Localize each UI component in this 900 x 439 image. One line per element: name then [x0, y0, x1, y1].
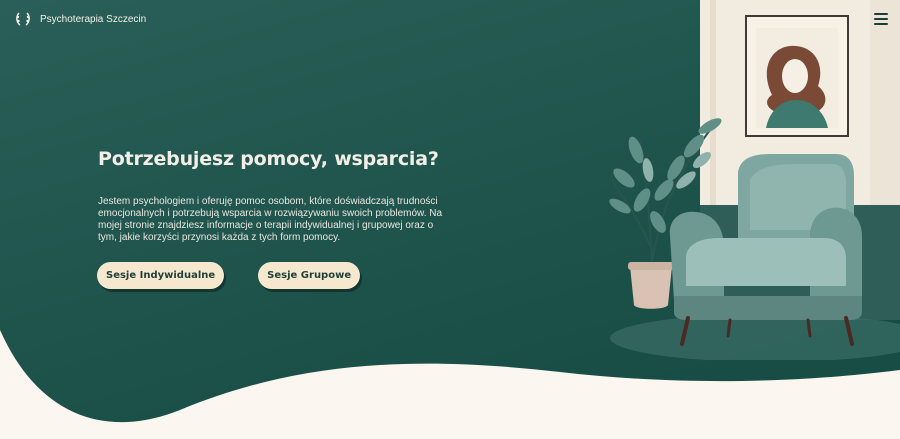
individual-sessions-button[interactable]: Sesje Indywidualne — [97, 262, 225, 289]
hamburger-menu-icon[interactable] — [874, 12, 888, 26]
hero-buttons: Sesje Indywidualne Sesje Grupowe — [97, 262, 361, 289]
hero-section: Psychoterapia Szczecin Potrzebujesz pomo… — [0, 0, 900, 439]
menu-line — [874, 18, 888, 20]
laurel-wreath-icon — [16, 12, 30, 26]
hero-description: Jestem psychologiem i oferuję pomoc osob… — [98, 196, 443, 243]
brand[interactable]: Psychoterapia Szczecin — [14, 10, 146, 28]
armchair-illustration — [609, 0, 900, 360]
menu-line — [874, 13, 888, 15]
hero-content: Potrzebujesz pomocy, wsparcia? Jestem ps… — [98, 148, 448, 244]
group-sessions-button[interactable]: Sesje Grupowe — [258, 262, 361, 289]
hero-title: Potrzebujesz pomocy, wsparcia? — [98, 148, 439, 170]
menu-line — [874, 23, 888, 25]
brand-name: Psychoterapia Szczecin — [40, 13, 147, 25]
